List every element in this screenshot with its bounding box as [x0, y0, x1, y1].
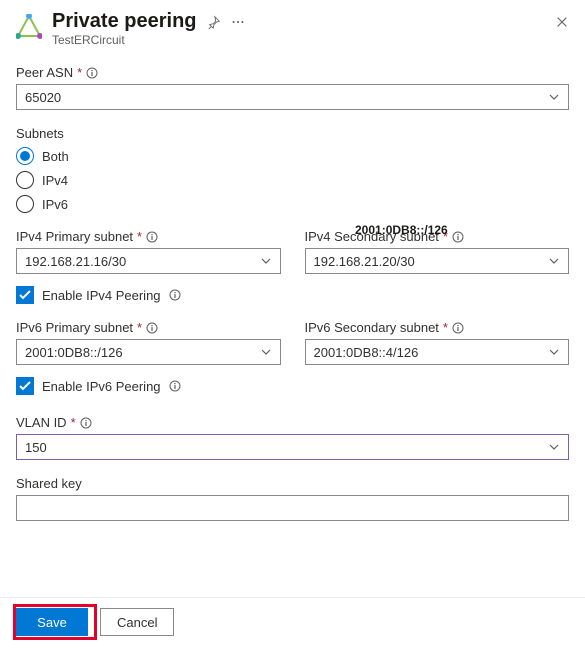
ipv4-secondary-input[interactable]: 192.168.21.20/30 — [305, 248, 570, 274]
save-button[interactable]: Save — [16, 608, 88, 636]
subnets-label: Subnets — [16, 126, 569, 141]
radio-ipv4-label: IPv4 — [42, 173, 68, 188]
ipv4-primary-input[interactable]: 192.168.21.16/30 — [16, 248, 281, 274]
pin-icon[interactable] — [207, 15, 221, 29]
required-mark: * — [71, 415, 76, 430]
radio-ipv6-label: IPv6 — [42, 197, 68, 212]
enable-ipv4-checkbox[interactable]: Enable IPv4 Peering — [16, 286, 569, 304]
info-icon[interactable] — [80, 417, 92, 429]
info-icon[interactable] — [146, 231, 158, 243]
info-icon[interactable] — [146, 322, 158, 334]
chevron-down-icon — [548, 346, 560, 358]
page-title: Private peering — [52, 10, 197, 33]
required-mark: * — [77, 65, 82, 80]
radio-both[interactable]: Both — [16, 147, 569, 165]
expressroute-icon — [16, 14, 42, 40]
breadcrumb: TestERCircuit — [52, 33, 569, 47]
ipv6-secondary-label: IPv6 Secondary subnet * — [305, 320, 570, 335]
enable-ipv4-label: Enable IPv4 Peering — [42, 288, 161, 303]
close-icon[interactable] — [555, 15, 569, 29]
checkbox-icon — [16, 286, 34, 304]
radio-indicator — [16, 171, 34, 189]
vlan-id-label-text: VLAN ID — [16, 415, 67, 430]
ipv4-primary-label: IPv4 Primary subnet * — [16, 229, 281, 244]
radio-ipv4[interactable]: IPv4 — [16, 171, 569, 189]
ipv6-primary-label: IPv6 Primary subnet * — [16, 320, 281, 335]
info-icon[interactable] — [169, 289, 181, 301]
ipv6-primary-value: 2001:0DB8::/126 — [25, 345, 123, 360]
required-mark: * — [137, 229, 142, 244]
ipv6-primary-input[interactable]: 2001:0DB8::/126 — [16, 339, 281, 365]
radio-indicator — [16, 195, 34, 213]
radio-indicator — [16, 147, 34, 165]
chevron-down-icon — [260, 255, 272, 267]
cancel-button[interactable]: Cancel — [100, 608, 174, 636]
pane-header: Private peering TestERCircuit — [16, 10, 569, 47]
info-icon[interactable] — [169, 380, 181, 392]
footer: Save Cancel — [0, 597, 585, 648]
required-mark: * — [443, 320, 448, 335]
info-icon[interactable] — [86, 67, 98, 79]
shared-key-input[interactable] — [16, 495, 569, 521]
shared-key-label: Shared key — [16, 476, 569, 491]
enable-ipv6-checkbox[interactable]: Enable IPv6 Peering — [16, 377, 569, 395]
ipv6-primary-label-text: IPv6 Primary subnet — [16, 320, 133, 335]
peer-asn-input[interactable]: 65020 — [16, 84, 569, 110]
vlan-id-label: VLAN ID * — [16, 415, 569, 430]
peer-asn-label-text: Peer ASN — [16, 65, 73, 80]
ipv6-secondary-input[interactable]: 2001:0DB8::4/126 — [305, 339, 570, 365]
ipv6-secondary-value: 2001:0DB8::4/126 — [314, 345, 419, 360]
subnets-radio-group: Both IPv4 IPv6 — [16, 147, 569, 213]
required-mark: * — [137, 320, 142, 335]
ipv6-secondary-label-text: IPv6 Secondary subnet — [305, 320, 439, 335]
chevron-down-icon — [548, 91, 560, 103]
radio-ipv6[interactable]: IPv6 — [16, 195, 569, 213]
chevron-down-icon — [260, 346, 272, 358]
vlan-id-input[interactable]: 150 — [16, 434, 569, 460]
info-icon[interactable] — [452, 231, 464, 243]
peer-asn-value: 65020 — [25, 90, 61, 105]
chevron-down-icon — [548, 255, 560, 267]
peer-asn-label: Peer ASN * — [16, 65, 569, 80]
overlay-note: 2001:0DB8::/126 — [355, 223, 448, 237]
info-icon[interactable] — [452, 322, 464, 334]
ipv4-secondary-value: 192.168.21.20/30 — [314, 254, 415, 269]
vlan-id-value: 150 — [25, 440, 47, 455]
ipv4-primary-label-text: IPv4 Primary subnet — [16, 229, 133, 244]
radio-both-label: Both — [42, 149, 69, 164]
more-icon[interactable] — [231, 15, 245, 29]
enable-ipv6-label: Enable IPv6 Peering — [42, 379, 161, 394]
chevron-down-icon — [548, 441, 560, 453]
ipv4-primary-value: 192.168.21.16/30 — [25, 254, 126, 269]
checkbox-icon — [16, 377, 34, 395]
